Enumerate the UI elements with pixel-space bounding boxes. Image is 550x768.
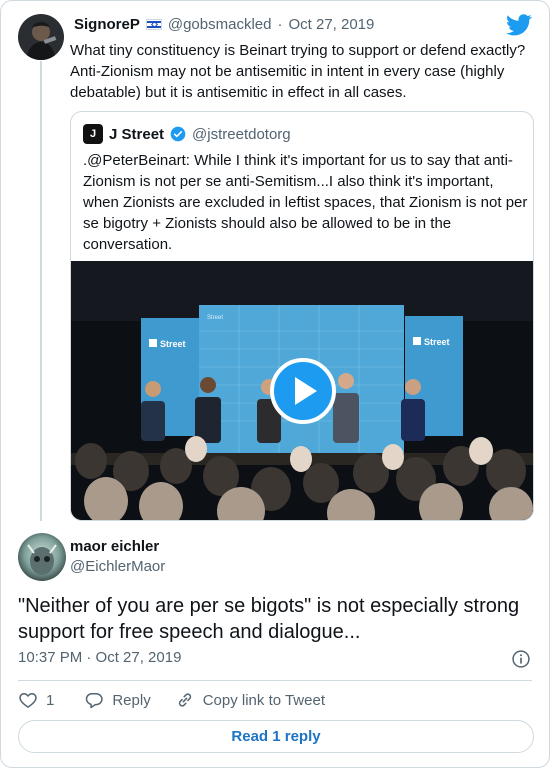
backdrop-logo: Street [207,315,223,321]
parent-avatar[interactable] [18,14,64,60]
main-display-name[interactable]: maor eichler [70,538,159,555]
read-replies-button[interactable]: Read 1 reply [18,720,534,753]
like-button[interactable]: 1 [18,690,54,710]
quoted-tweet-text: .@PeterBeinart: While I think it's impor… [83,152,528,253]
verified-badge-icon [170,126,186,142]
video-player[interactable]: Street Street Street [71,261,533,520]
like-count: 1 [46,691,55,709]
quoted-avatar: J [83,124,103,144]
heart-icon [19,693,37,708]
parent-header: SignoreP @gobsmackled · Oct 27, 2019 [74,16,374,33]
twitter-bird-icon[interactable] [506,14,532,36]
left-banner-logo: Street [160,339,186,349]
quoted-handle: @jstreetdotorg [192,125,291,143]
play-icon [295,377,317,405]
main-timestamp[interactable]: 10:37 PM · Oct 27, 2019 [18,649,181,666]
reply-button[interactable]: Reply [84,690,151,710]
header-separator: · [277,16,283,33]
copy-link-label: Copy link to Tweet [202,691,325,709]
quoted-header: J J Street @jstreetdotorg [83,124,291,144]
israel-flag-icon [145,19,162,30]
parent-date[interactable]: Oct 27, 2019 [288,16,374,33]
action-bar: 1 Reply Copy link to Tweet [18,687,325,713]
quoted-display-name: J Street [109,125,165,143]
main-avatar[interactable] [18,533,66,581]
reply-label: Reply [112,691,151,709]
info-icon[interactable] [511,649,531,669]
tweet-embed-card: SignoreP @gobsmackled · Oct 27, 2019 Wha… [0,0,550,768]
parent-display-name[interactable]: SignoreP [74,16,140,33]
parent-handle[interactable]: @gobsmackled [168,16,272,33]
main-tweet-text: "Neither of you are per se bigots" is no… [18,595,520,643]
quoted-tweet[interactable]: J J Street @jstreetdotorg .@PeterBeinart… [70,111,534,521]
play-button[interactable] [270,358,336,424]
thread-connector-line [40,61,42,521]
main-handle[interactable]: @EichlerMaor [70,558,165,575]
parent-tweet-text: What tiny constituency is Beinart trying… [70,42,526,101]
right-banner-logo: Street [424,337,450,347]
link-icon [178,693,191,707]
copy-link-button[interactable]: Copy link to Tweet [175,690,325,710]
reply-bubble-icon [86,693,104,709]
divider [18,680,532,681]
